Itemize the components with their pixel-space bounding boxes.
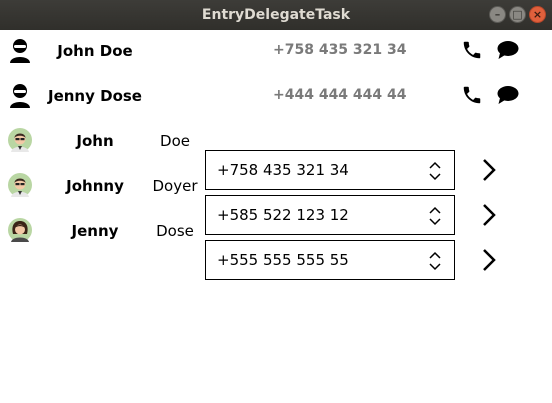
last-name: Doyer (152, 177, 198, 195)
list-item[interactable]: John Doe +758 435 321 34 (0, 30, 552, 75)
window-controls: – □ × (489, 6, 546, 23)
first-name: Johnny (66, 177, 124, 195)
female-avatar-icon (8, 218, 32, 242)
first-name: Jenny (71, 222, 119, 240)
last-name: Doe (160, 132, 190, 150)
male-avatar-icon (8, 128, 32, 152)
list-item[interactable]: John Doe +758 435 321 34 (0, 120, 552, 190)
last-name: Dose (156, 222, 194, 240)
minimize-button[interactable]: – (489, 6, 506, 23)
person-silhouette-icon (8, 83, 32, 108)
phone-icon[interactable] (461, 84, 483, 110)
male-avatar-icon (8, 173, 32, 197)
list-item[interactable]: Jenny Dose +555 555 555 55 (0, 210, 552, 280)
spinbox-value[interactable]: +555 555 555 55 (217, 251, 349, 269)
contact-list: John Doe +758 435 321 34 Jenny Dose +444… (0, 30, 552, 403)
contact-phone: +444 444 444 44 (273, 87, 407, 103)
chat-bubble-icon[interactable] (497, 40, 519, 64)
chat-bubble-icon[interactable] (497, 85, 519, 109)
contact-name: Jenny Dose (48, 87, 142, 105)
phone-icon[interactable] (461, 39, 483, 65)
first-name: John (76, 132, 114, 150)
window-title: EntryDelegateTask (201, 7, 351, 23)
list-item[interactable]: Johnny Doyer +585 522 123 12 (0, 165, 552, 235)
up-down-arrows-icon[interactable] (428, 250, 442, 276)
contact-name: John Doe (57, 42, 133, 60)
person-silhouette-icon (8, 38, 32, 63)
close-button[interactable]: × (529, 6, 546, 23)
phone-spinbox[interactable]: +555 555 555 55 (205, 240, 455, 280)
title-bar[interactable]: EntryDelegateTask – □ × (0, 0, 552, 30)
contact-phone: +758 435 321 34 (273, 42, 407, 58)
chevron-right-icon[interactable] (482, 248, 496, 276)
maximize-button[interactable]: □ (509, 6, 526, 23)
list-item[interactable]: Jenny Dose +444 444 444 44 (0, 75, 552, 120)
app-window: EntryDelegateTask – □ × John Doe +758 43… (0, 0, 552, 403)
